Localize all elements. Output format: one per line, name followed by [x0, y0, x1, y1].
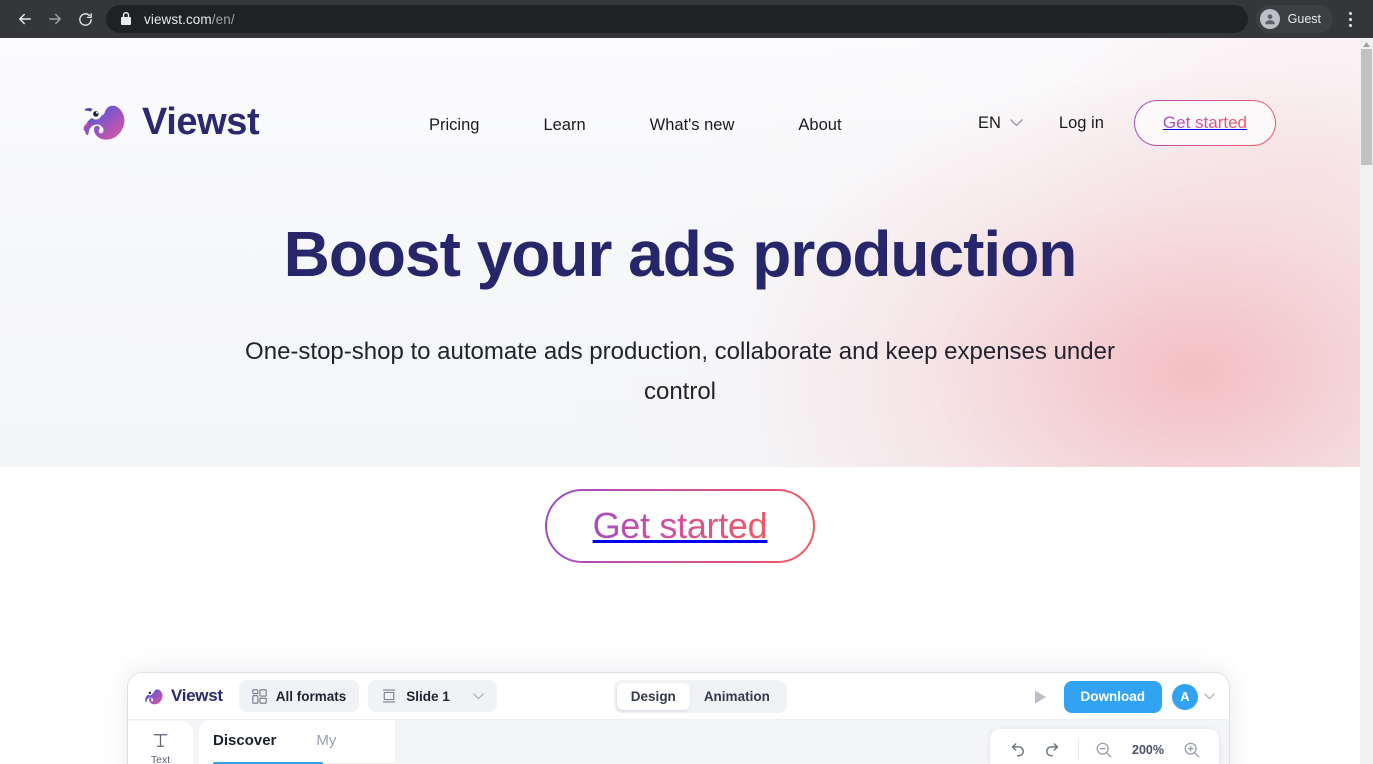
- nav-link-about[interactable]: About: [798, 110, 841, 141]
- grid-layouts-icon: [252, 688, 267, 704]
- play-icon: [1035, 690, 1046, 703]
- profile-label: Guest: [1287, 12, 1321, 26]
- person-icon: [1259, 9, 1280, 29]
- language-code: EN: [978, 113, 1001, 132]
- browser-toolbar: viewst.com/en/ Guest: [0, 0, 1373, 38]
- viewst-chameleon-logo-icon: [145, 688, 163, 704]
- site-logo[interactable]: Viewst: [78, 96, 260, 148]
- slide-selector-chip[interactable]: Slide 1: [368, 680, 497, 712]
- download-button[interactable]: Download: [1063, 680, 1162, 713]
- browser-reload-button[interactable]: [70, 4, 100, 34]
- url-text: viewst.com/en/: [144, 12, 235, 27]
- page-viewport: Viewst Pricing Learn What's new About EN…: [0, 38, 1360, 764]
- kebab-dot: [1348, 23, 1352, 27]
- zoom-level-label: 200%: [1132, 743, 1164, 757]
- play-button[interactable]: [1028, 684, 1054, 710]
- login-link[interactable]: Log in: [1059, 114, 1104, 133]
- chevron-down-icon: [1010, 119, 1023, 127]
- redo-button[interactable]: [1042, 739, 1064, 761]
- chevron-down-icon: [1204, 693, 1215, 700]
- kebab-dot: [1348, 11, 1352, 15]
- header-actions: EN Log in Get started: [978, 100, 1276, 146]
- site-logo-text: Viewst: [142, 100, 260, 143]
- browser-back-button[interactable]: [10, 4, 40, 34]
- undo-icon: [1011, 743, 1024, 757]
- url-path: /en/: [211, 11, 235, 27]
- get-started-hero-label: Get started: [592, 505, 768, 547]
- tab-animation[interactable]: Animation: [690, 683, 784, 710]
- tool-rail: Text: [128, 720, 193, 764]
- scroll-up-arrow-glyph: [1363, 42, 1370, 47]
- language-selector[interactable]: EN: [978, 114, 1023, 133]
- hero-title: Boost your ads production: [283, 218, 1078, 290]
- app-body: Text Discover My Photos: [128, 720, 1229, 764]
- account-menu[interactable]: A: [1172, 683, 1215, 710]
- mode-tab-group: Design Animation: [613, 679, 787, 713]
- main-navigation: Pricing Learn What's new About: [429, 110, 842, 141]
- app-topbar-actions: Download A: [1028, 673, 1216, 720]
- avatar: A: [1172, 683, 1198, 710]
- address-bar[interactable]: viewst.com/en/: [106, 5, 1248, 33]
- tool-item-label: Text: [150, 754, 171, 764]
- scrollbar-thumb[interactable]: [1361, 49, 1372, 165]
- app-topbar: Viewst All formats Slide 1 Design Animat…: [128, 673, 1229, 720]
- page-scrollbar[interactable]: [1360, 38, 1373, 764]
- arrow-left-icon: [19, 13, 31, 25]
- app-logo-text: Viewst: [171, 686, 223, 705]
- browser-forward-button[interactable]: [40, 4, 70, 34]
- redo-icon: [1046, 743, 1059, 757]
- arrow-right-icon: [49, 13, 61, 25]
- slide-frame-icon: [383, 689, 396, 703]
- get-started-header-label: Get started: [1162, 113, 1247, 132]
- panel-tab-my[interactable]: My: [316, 732, 336, 758]
- zoom-out-icon: [1096, 742, 1112, 758]
- site-header: Viewst Pricing Learn What's new About EN…: [0, 38, 1360, 172]
- profile-chip[interactable]: Guest: [1255, 5, 1333, 33]
- toolbar-divider: [1078, 739, 1079, 761]
- panel-tab-group: Discover My: [199, 732, 395, 758]
- url-domain: viewst.com: [144, 11, 212, 27]
- chevron-down-icon: [472, 692, 484, 699]
- undo-button[interactable]: [1006, 739, 1028, 761]
- get-started-hero-button[interactable]: Get started: [545, 489, 816, 563]
- all-formats-label: All formats: [275, 688, 347, 704]
- app-preview-mockup: Viewst All formats Slide 1 Design Animat…: [128, 673, 1229, 764]
- nav-link-whats-new[interactable]: What's new: [650, 110, 735, 141]
- viewst-chameleon-logo-icon: [83, 105, 125, 140]
- zoom-toolbar: 200%: [990, 729, 1219, 764]
- panel-tab-discover[interactable]: Discover: [213, 732, 276, 758]
- reload-icon: [78, 12, 92, 26]
- get-started-header-button[interactable]: Get started: [1134, 100, 1276, 146]
- kebab-menu-icon[interactable]: [1337, 4, 1363, 34]
- lock-icon: [120, 12, 132, 26]
- hero-subtitle: One-stop-shop to automate ads production…: [245, 338, 1115, 405]
- slide-label: Slide 1: [406, 688, 450, 704]
- nav-link-pricing[interactable]: Pricing: [429, 110, 479, 141]
- tool-item-text[interactable]: Text: [128, 721, 193, 764]
- nav-link-learn[interactable]: Learn: [543, 110, 585, 141]
- zoom-out-button[interactable]: [1093, 739, 1115, 761]
- hero-section: Boost your ads production One-stop-shop …: [0, 172, 1360, 563]
- assets-panel: Discover My Photos 1 500 000 +: [199, 720, 395, 764]
- canvas-area[interactable]: 200%: [395, 720, 1229, 764]
- kebab-dot: [1348, 17, 1352, 21]
- zoom-in-icon: [1184, 742, 1200, 758]
- text-tool-icon: [153, 734, 168, 747]
- tab-design[interactable]: Design: [616, 682, 690, 710]
- hero-cta-wrapper: Get started: [0, 489, 1360, 563]
- all-formats-chip[interactable]: All formats: [238, 680, 360, 712]
- app-logo[interactable]: Viewst: [142, 685, 223, 708]
- zoom-in-button[interactable]: [1181, 739, 1203, 761]
